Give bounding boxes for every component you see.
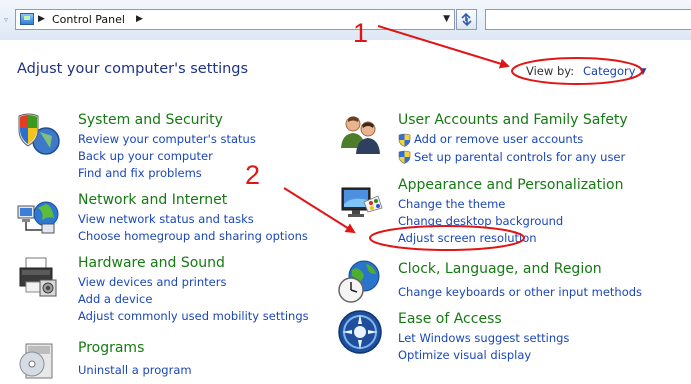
category-ease-of-access[interactable]: Ease of Access (398, 311, 502, 327)
view-by-dropdown[interactable]: Category ▼ (583, 64, 646, 78)
link-view-network-status[interactable]: View network status and tasks (78, 212, 254, 226)
link-change-theme[interactable]: Change the theme (398, 197, 505, 211)
address-bar[interactable]: ▶ Control Panel ▶ ▼ (15, 9, 455, 30)
search-input[interactable] (485, 9, 691, 30)
monitor-palette-icon[interactable] (338, 184, 384, 230)
breadcrumb-arrow-icon[interactable]: ▶ (136, 14, 143, 24)
link-mobility-settings[interactable]: Adjust commonly used mobility settings (78, 309, 309, 323)
address-dropdown-icon[interactable]: ▼ (443, 14, 450, 24)
category-user-accounts[interactable]: User Accounts and Family Safety (398, 112, 628, 128)
category-appearance[interactable]: Appearance and Personalization (398, 177, 623, 193)
view-by-value: Category (583, 64, 636, 78)
refresh-icon (461, 12, 472, 27)
breadcrumb-arrow-icon[interactable]: ▶ (38, 14, 45, 24)
link-optimize-visual-display[interactable]: Optimize visual display (398, 348, 531, 362)
breadcrumb-control-panel[interactable]: Control Panel (52, 13, 125, 26)
globe-clock-icon[interactable] (336, 258, 382, 304)
annotation-step-2: 2 (245, 160, 261, 190)
page-title: Adjust your computer's settings (17, 61, 249, 77)
programs-disc-icon[interactable] (16, 334, 62, 380)
category-programs[interactable]: Programs (78, 340, 144, 356)
ease-of-access-icon[interactable] (336, 308, 382, 354)
annotation-step-1: 1 (353, 18, 369, 48)
link-add-remove-accounts[interactable]: Add or remove user accounts (414, 132, 583, 146)
link-view-devices-printers[interactable]: View devices and printers (78, 275, 226, 289)
link-change-keyboards[interactable]: Change keyboards or other input methods (398, 285, 642, 299)
view-by-label: View by: (526, 64, 575, 78)
network-globe-icon[interactable] (16, 192, 62, 238)
uac-shield-icon (398, 133, 411, 147)
recent-pages-arrow-icon[interactable]: ▿ (0, 10, 12, 30)
uac-shield-icon (398, 150, 411, 164)
category-system-and-security[interactable]: System and Security (78, 112, 223, 128)
category-network-and-internet[interactable]: Network and Internet (78, 192, 227, 208)
link-add-a-device[interactable]: Add a device (78, 292, 152, 306)
window-toolbar: ▿ ▶ Control Panel ▶ ▼ (0, 0, 691, 40)
link-review-computer-status[interactable]: Review your computer's status (78, 132, 256, 146)
chevron-down-icon: ▼ (639, 67, 647, 77)
link-back-up-computer[interactable]: Back up your computer (78, 149, 213, 163)
category-hardware-and-sound[interactable]: Hardware and Sound (78, 255, 225, 271)
link-homegroup-sharing[interactable]: Choose homegroup and sharing options (78, 229, 308, 243)
link-windows-suggest-settings[interactable]: Let Windows suggest settings (398, 331, 569, 345)
category-clock-language-region[interactable]: Clock, Language, and Region (398, 261, 602, 277)
link-find-and-fix-problems[interactable]: Find and fix problems (78, 166, 202, 180)
refresh-button[interactable] (456, 9, 477, 30)
link-change-desktop-background[interactable]: Change desktop background (398, 214, 563, 228)
users-icon[interactable] (338, 112, 384, 158)
control-panel-icon (20, 13, 34, 25)
link-uninstall-program[interactable]: Uninstall a program (78, 363, 192, 377)
shield-computer-icon[interactable] (16, 110, 62, 156)
link-adjust-screen-resolution[interactable]: Adjust screen resolution (398, 231, 537, 245)
link-parental-controls[interactable]: Set up parental controls for any user (414, 150, 625, 164)
printer-icon[interactable] (16, 254, 62, 300)
